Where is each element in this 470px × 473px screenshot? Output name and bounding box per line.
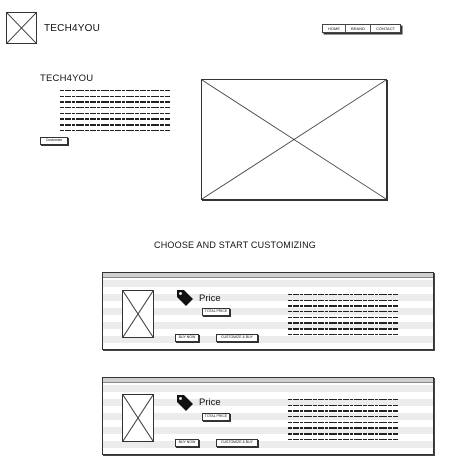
buy-now-button[interactable]: BUY NOW (175, 439, 199, 447)
price-label: Price (199, 293, 221, 304)
hero-image-placeholder (201, 79, 387, 200)
buy-now-button[interactable]: BUY NOW (175, 334, 199, 342)
brand-name: TECH4YOU (44, 23, 101, 34)
section-title: CHOOSE AND START CUSTOMIZING (154, 240, 316, 250)
image-placeholder-icon (202, 80, 386, 199)
product-description-text (288, 399, 398, 445)
price-tag-icon (177, 290, 193, 306)
image-placeholder-icon (7, 13, 36, 43)
nav-item-contact[interactable]: CONTACT (371, 25, 400, 32)
price-label: Price (199, 397, 221, 408)
product-description-text (288, 294, 398, 340)
nav-item-home[interactable]: HOME (323, 25, 346, 32)
hero-title: TECH4YOU (40, 73, 94, 84)
logo-image-placeholder (6, 12, 37, 44)
price-tag-icon (177, 395, 193, 411)
total-price-field: TOTAL PRICE (202, 308, 230, 316)
image-placeholder-icon (123, 291, 153, 337)
top-nav: HOME BRAND CONTACT (322, 24, 402, 33)
product-card: Price TOTAL PRICE BUY NOW CUSTOMIZE & BU… (102, 272, 434, 350)
hero-description-text (60, 90, 170, 136)
product-image-placeholder (122, 290, 154, 338)
card-top-bar (103, 378, 433, 383)
nav-item-brand[interactable]: BRAND (346, 25, 372, 32)
total-price-field: TOTAL PRICE (202, 413, 230, 421)
image-placeholder-icon (123, 395, 153, 441)
product-card: Price TOTAL PRICE BUY NOW CUSTOMIZE & BU… (102, 377, 434, 455)
hero-customize-button[interactable]: Customize (40, 137, 68, 145)
product-image-placeholder (122, 394, 154, 442)
customize-buy-button[interactable]: CUSTOMIZE & BUY (216, 439, 258, 447)
customize-buy-button[interactable]: CUSTOMIZE & BUY (216, 334, 258, 342)
card-top-bar (103, 273, 433, 278)
